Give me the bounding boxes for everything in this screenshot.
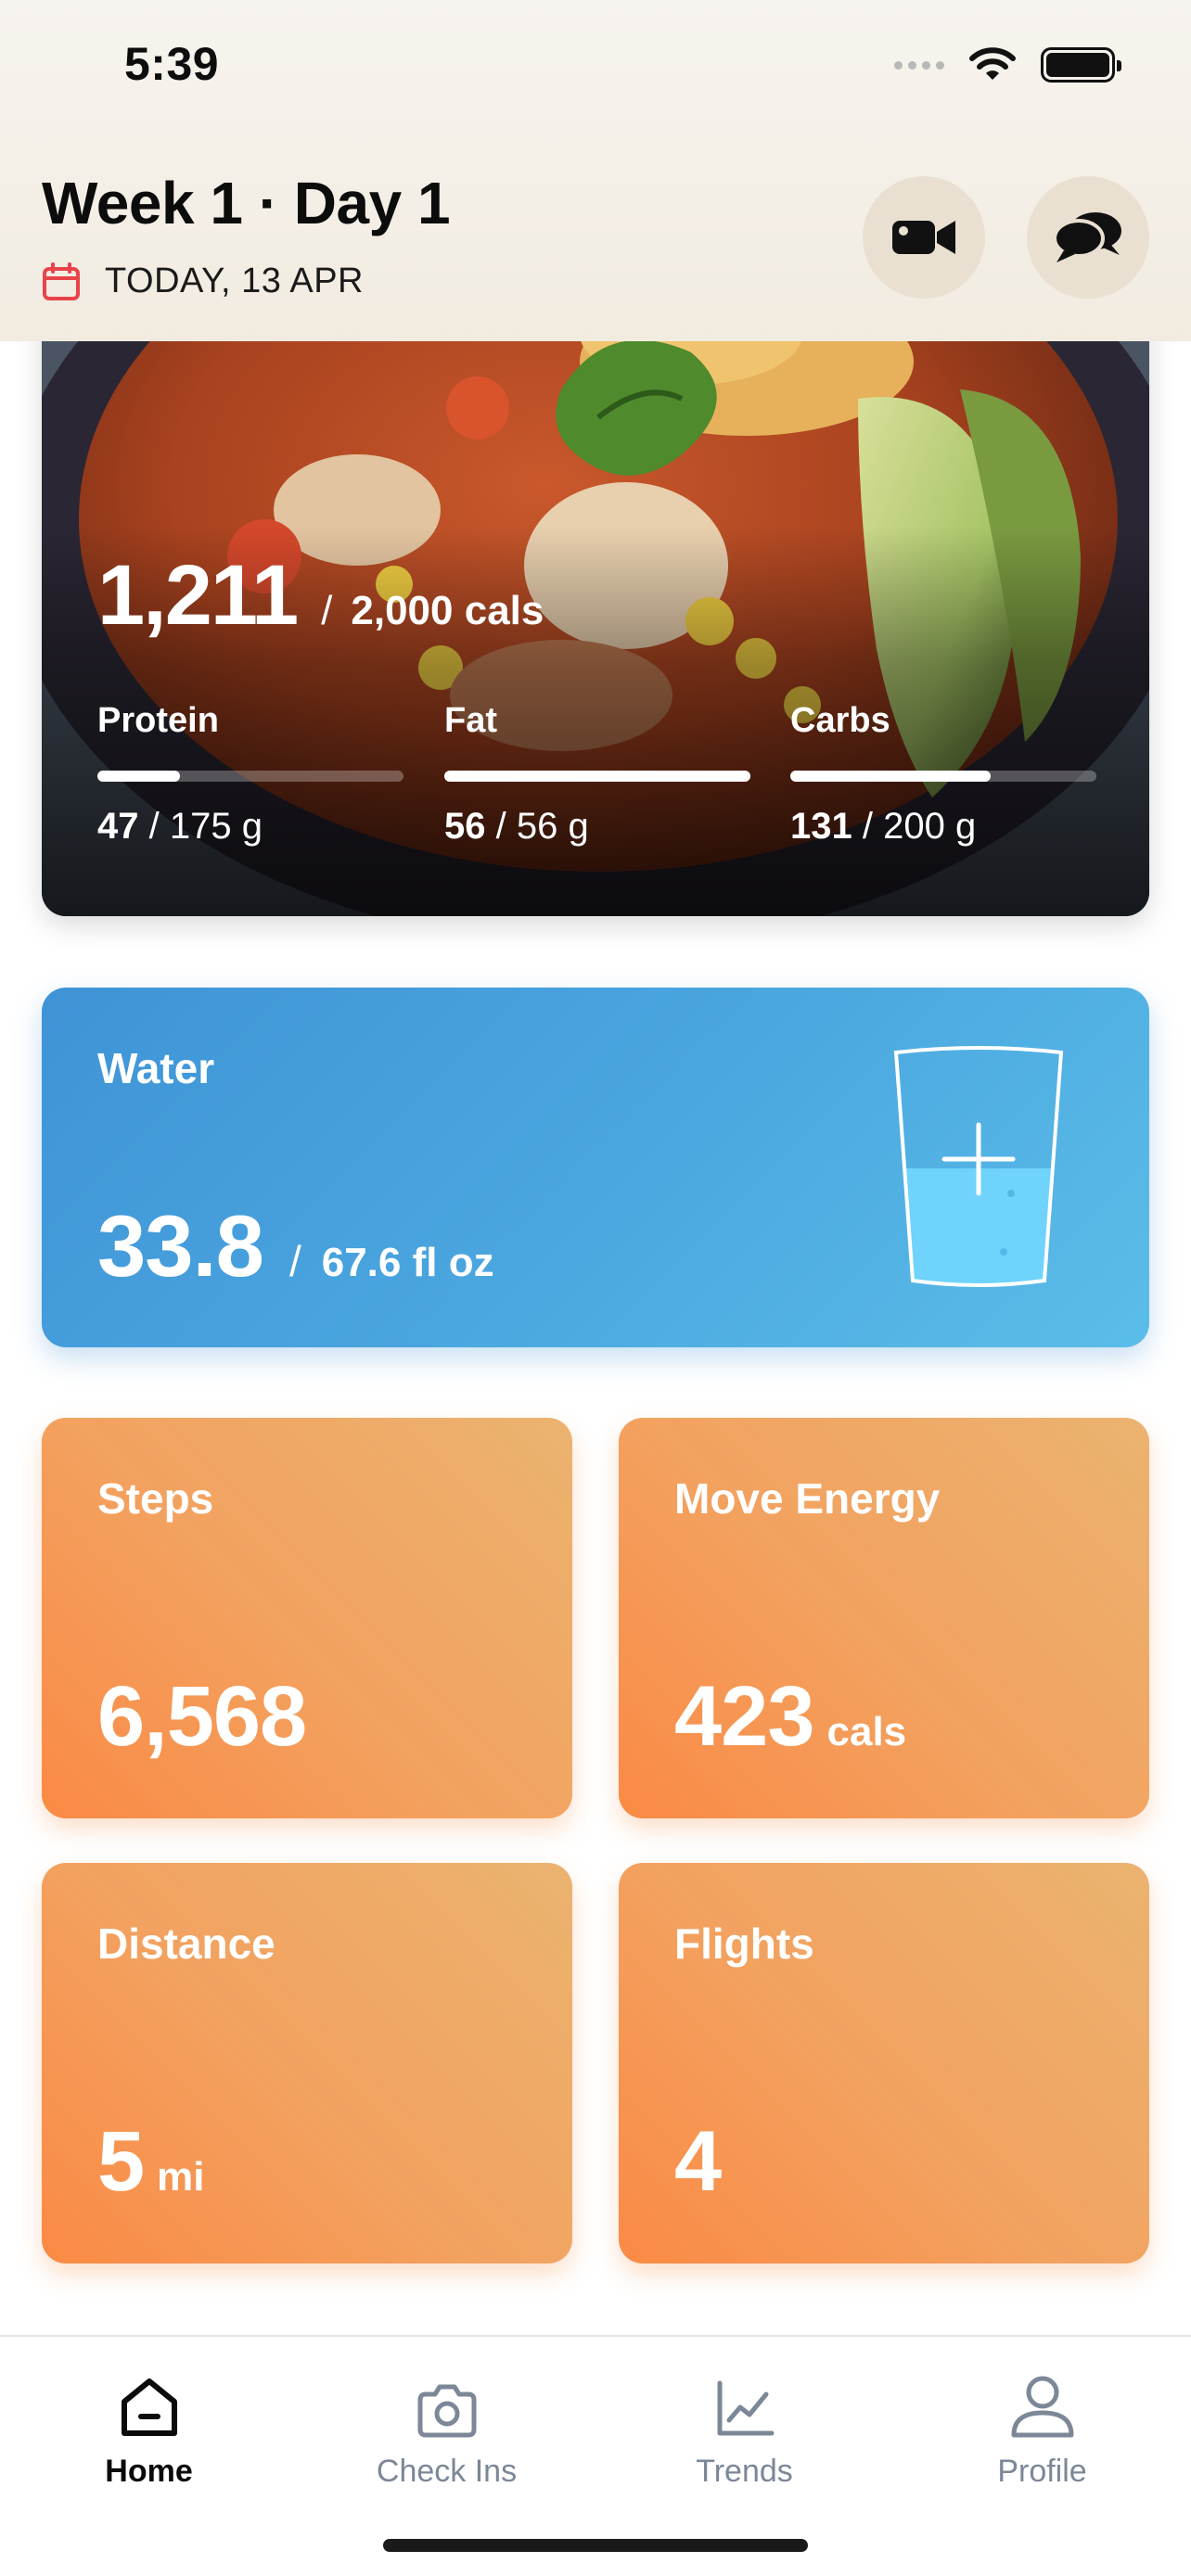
- macro-current: 56: [444, 806, 486, 847]
- calories-summary: 1,211 / 2,000 cals: [97, 547, 544, 644]
- macro-goal: / 56 g: [495, 806, 589, 847]
- stat-number: 6,568: [97, 1669, 307, 1764]
- calories-consumed: 1,211: [97, 548, 299, 643]
- cellular-signal-icon: [894, 60, 944, 70]
- stat-value: 6,568: [97, 1668, 319, 1766]
- water-separator: /: [288, 1237, 301, 1285]
- macro-progress-fill: [444, 771, 750, 782]
- video-button[interactable]: [863, 176, 985, 299]
- macro-progress-fill: [790, 771, 992, 782]
- macro-current: 47: [97, 806, 139, 847]
- calendar-icon: [43, 261, 80, 300]
- tab-check-ins[interactable]: Check Ins: [298, 2365, 596, 2490]
- water-card[interactable]: Water 33.8 / 67.6 fl oz: [42, 988, 1149, 1347]
- macro-name: Fat: [444, 701, 497, 740]
- tab-label: Home: [105, 2454, 193, 2489]
- stat-number: 4: [674, 2114, 722, 2209]
- tab-trends[interactable]: Trends: [596, 2365, 893, 2490]
- water-label: Water: [97, 1044, 215, 1092]
- stat-number: 423: [674, 1669, 814, 1764]
- macro-progress-track: [790, 771, 1096, 782]
- tab-home[interactable]: Home: [0, 2365, 298, 2490]
- home-icon: [121, 2378, 177, 2436]
- macro-fat: Fat 56 / 56 g: [444, 701, 750, 848]
- header: 5:39 Week 1 · Day 1 TODAY, 13 APR: [0, 0, 1191, 341]
- tab-profile[interactable]: Profile: [893, 2365, 1191, 2490]
- water-value: 33.8 / 67.6 fl oz: [97, 1196, 494, 1296]
- date-label: TODAY, 13 APR: [105, 261, 364, 300]
- page-title: Week 1 · Day 1: [42, 170, 451, 236]
- stat-unit: cals: [826, 1709, 907, 1754]
- home-indicator: [383, 2539, 808, 2552]
- distance-card[interactable]: Distance 5 mi: [42, 1863, 572, 2264]
- status-icons: [894, 46, 1121, 83]
- calories-goal: 2,000 cals: [351, 588, 544, 633]
- macro-goal: / 200 g: [862, 806, 977, 847]
- stat-label: Move Energy: [674, 1474, 941, 1523]
- chat-bubbles-icon: [1053, 212, 1121, 262]
- macro-protein: Protein 47 / 175 g: [97, 701, 403, 848]
- macro-goal: / 175 g: [148, 806, 263, 847]
- macro-value: 47 / 175 g: [97, 806, 403, 848]
- macro-progress-fill: [97, 771, 181, 782]
- battery-icon: [1041, 47, 1121, 83]
- steps-card[interactable]: Steps 6,568: [42, 1418, 572, 1818]
- camera-icon: [417, 2384, 476, 2438]
- chart-icon: [717, 2380, 774, 2436]
- status-time: 5:39: [124, 38, 220, 90]
- flights-card[interactable]: Flights 4: [619, 1863, 1149, 2264]
- chat-button[interactable]: [1027, 176, 1149, 299]
- stat-value: 5 mi: [97, 2113, 205, 2211]
- nutrition-card[interactable]: 1,211 / 2,000 cals Protein 47 / 175 g Fa…: [42, 278, 1149, 916]
- add-water-glass-icon[interactable]: [890, 1043, 1067, 1294]
- tab-label: Profile: [997, 2454, 1087, 2489]
- macro-name: Protein: [97, 701, 219, 740]
- stat-value: 423 cals: [674, 1668, 906, 1766]
- stat-label: Steps: [97, 1474, 214, 1523]
- macro-value: 56 / 56 g: [444, 806, 750, 848]
- stat-label: Distance: [97, 1919, 275, 1968]
- date-row: TODAY, 13 APR: [42, 261, 364, 301]
- tab-label: Trends: [696, 2454, 793, 2489]
- macro-progress-track: [444, 771, 750, 782]
- stat-unit: mi: [157, 2154, 205, 2200]
- stat-number: 5: [97, 2114, 145, 2209]
- move-energy-card[interactable]: Move Energy 423 cals: [619, 1418, 1149, 1818]
- water-current: 33.8: [97, 1197, 264, 1294]
- tab-label: Check Ins: [376, 2454, 518, 2489]
- wifi-icon: [969, 47, 1016, 80]
- water-goal: 67.6 fl oz: [321, 1240, 494, 1285]
- video-camera-icon: [892, 221, 955, 254]
- macro-value: 131 / 200 g: [790, 806, 1096, 848]
- person-icon: [1011, 2376, 1073, 2438]
- calories-separator: /: [321, 588, 333, 633]
- stat-label: Flights: [674, 1919, 814, 1968]
- macro-progress-track: [97, 771, 403, 782]
- stat-value: 4: [674, 2113, 734, 2211]
- macro-carbs: Carbs 131 / 200 g: [790, 701, 1096, 848]
- macro-current: 131: [790, 806, 852, 847]
- macro-name: Carbs: [790, 701, 890, 740]
